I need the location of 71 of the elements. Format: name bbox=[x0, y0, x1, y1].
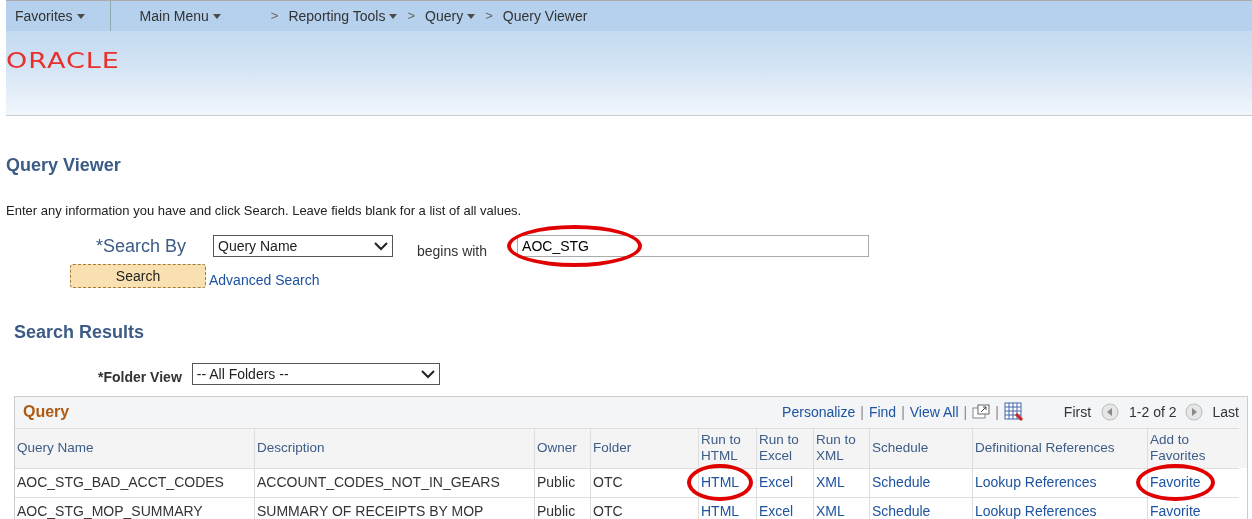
nav-menu[interactable]: Favorites bbox=[15, 5, 85, 27]
grid-tool-link[interactable]: View All bbox=[909, 401, 959, 423]
column-header: Run to HTML bbox=[698, 427, 756, 468]
spreadsheet-icon[interactable] bbox=[1003, 402, 1024, 422]
table-cell: Public bbox=[537, 503, 576, 519]
search-by-label: *Search By bbox=[96, 234, 188, 258]
grid-tool-link[interactable]: Personalize bbox=[782, 401, 856, 423]
table-cell: ACCOUNT_CODES_NOT_IN_GEARS bbox=[257, 474, 500, 490]
search-by-dropdown[interactable]: Query Name bbox=[213, 235, 393, 257]
row-link[interactable]: Schedule bbox=[872, 474, 931, 490]
row-link[interactable]: HTML bbox=[701, 474, 740, 490]
column-header: Schedule bbox=[869, 427, 972, 468]
column-header: Definitional References bbox=[972, 427, 1147, 468]
row-link[interactable]: XML bbox=[816, 503, 845, 519]
instructions: Enter any information you have and click Search. Leave fields blank for a list of all values. bbox=[6, 202, 523, 220]
row-link[interactable]: XML bbox=[816, 474, 845, 490]
row-link[interactable]: Schedule bbox=[872, 503, 931, 519]
operator-label: begins with bbox=[417, 241, 488, 261]
nav-menu[interactable]: Main Menu bbox=[139, 5, 221, 27]
grid-tool-link[interactable]: Find bbox=[868, 401, 897, 423]
caret-icon bbox=[76, 14, 85, 20]
row-link[interactable]: Lookup References bbox=[975, 503, 1097, 519]
row-link[interactable]: Excel bbox=[759, 474, 794, 490]
row-link[interactable]: Favorite bbox=[1150, 503, 1201, 519]
folder-view-label: *Folder View bbox=[98, 367, 182, 387]
column-header: Run to Excel bbox=[756, 427, 813, 468]
breadcrumb-link[interactable]: Reporting Tools bbox=[288, 5, 398, 27]
page-range: 1-2 of 2 bbox=[1129, 402, 1177, 422]
separator: | bbox=[901, 402, 905, 422]
search-button[interactable]: Search bbox=[70, 264, 206, 288]
column-header: Owner bbox=[534, 427, 590, 468]
first-label: First bbox=[1063, 402, 1092, 422]
chevron-down-icon[interactable] bbox=[374, 241, 388, 251]
table-cell: AOC_STG_BAD_ACCT_CODES bbox=[17, 474, 224, 490]
column-header: Description bbox=[254, 427, 534, 468]
chevron-down-icon[interactable] bbox=[420, 369, 435, 379]
advanced-search-link[interactable]: Advanced Search bbox=[209, 269, 320, 291]
column-header: Folder bbox=[590, 427, 698, 468]
breadcrumb-separator: > bbox=[270, 7, 279, 26]
separator: | bbox=[860, 402, 864, 422]
new-window-icon[interactable] bbox=[972, 404, 991, 420]
table-cell: OTC bbox=[593, 503, 623, 519]
column-header: Add to Favorites bbox=[1147, 427, 1239, 468]
row-link[interactable]: HTML bbox=[701, 503, 740, 519]
caret-icon bbox=[389, 14, 398, 20]
grid-title: Query bbox=[23, 402, 70, 422]
row-link[interactable]: Favorite bbox=[1150, 474, 1201, 490]
page-title: Query Viewer bbox=[6, 154, 122, 177]
next-icon[interactable] bbox=[1184, 403, 1203, 421]
caret-icon bbox=[212, 14, 221, 20]
table-cell: AOC_STG_MOP_SUMMARY bbox=[17, 503, 203, 519]
breadcrumb-link[interactable]: Query bbox=[425, 5, 476, 27]
table-cell: Public bbox=[537, 474, 576, 490]
table-cell: SUMMARY OF RECEIPTS BY MOP bbox=[257, 503, 484, 519]
last-label: Last bbox=[1212, 402, 1239, 422]
search-value-field[interactable]: AOC_STG bbox=[517, 235, 870, 257]
breadcrumb-link[interactable]: Query Viewer bbox=[502, 5, 588, 27]
caret-icon bbox=[467, 14, 476, 20]
breadcrumb-separator: > bbox=[407, 7, 416, 26]
folder-view-dropdown[interactable]: -- All Folders -- bbox=[191, 363, 440, 385]
column-header: Query Name bbox=[15, 427, 254, 468]
row-link[interactable]: Excel bbox=[759, 503, 794, 519]
breadcrumb-separator: > bbox=[485, 7, 493, 26]
oracle-logo: ORACLE bbox=[6, 47, 120, 76]
row-link[interactable]: Lookup References bbox=[975, 474, 1097, 490]
table-cell: OTC bbox=[593, 474, 623, 490]
separator: | bbox=[995, 402, 999, 422]
column-header: Run to XML bbox=[813, 427, 869, 468]
section-title: Search Results bbox=[14, 320, 146, 344]
separator: | bbox=[963, 402, 968, 422]
previous-icon[interactable] bbox=[1101, 403, 1120, 421]
